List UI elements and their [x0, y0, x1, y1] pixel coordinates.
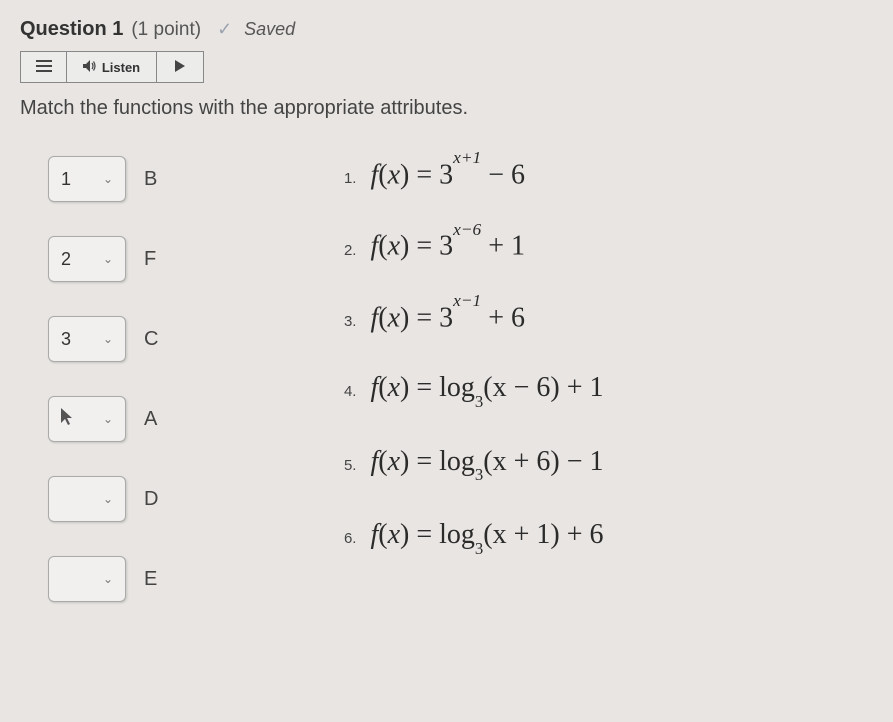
check-icon: ✓ — [217, 19, 232, 40]
hamburger-icon — [36, 60, 52, 75]
audio-toolbar: Listen — [20, 51, 204, 83]
function-number: 3. — [338, 313, 356, 330]
menu-button[interactable] — [21, 52, 67, 82]
match-row: ⌄E — [48, 556, 158, 602]
function-expression: f(x) = log3(x − 6) + 1 — [370, 372, 603, 408]
match-select[interactable]: 2⌄ — [48, 236, 126, 282]
match-column: 1⌄B2⌄F3⌄C⌄A⌄D⌄E — [48, 156, 158, 602]
match-row: ⌄A — [48, 396, 158, 442]
function-row: 1. f(x) = 3x+1 − 6 — [338, 158, 603, 191]
listen-label: Listen — [102, 60, 140, 75]
chevron-down-icon: ⌄ — [103, 332, 113, 346]
function-expression: f(x) = log3(x + 1) + 6 — [370, 519, 603, 555]
match-letter: E — [144, 568, 157, 591]
select-value: 1 — [61, 169, 71, 190]
select-value: 2 — [61, 249, 71, 270]
match-select[interactable]: ⌄ — [48, 556, 126, 602]
match-row: 2⌄F — [48, 236, 158, 282]
function-number: 5. — [338, 457, 356, 474]
match-letter: B — [144, 168, 157, 191]
function-column: 1. f(x) = 3x+1 − 6 2. f(x) = 3x−6 + 1 3. f(x)… — [338, 156, 603, 602]
chevron-down-icon: ⌄ — [103, 492, 113, 506]
question-header: Question 1 (1 point) ✓ Saved — [20, 18, 873, 41]
match-letter: F — [144, 248, 156, 271]
function-row: 5. f(x) = log3(x + 6) − 1 — [338, 446, 603, 482]
chevron-down-icon: ⌄ — [103, 252, 113, 266]
question-label: Question 1 — [20, 18, 123, 41]
question-points: (1 point) — [131, 19, 201, 41]
function-number: 6. — [338, 530, 356, 547]
match-row: ⌄D — [48, 476, 158, 522]
function-number: 1. — [338, 170, 356, 187]
play-icon — [175, 60, 185, 75]
function-number: 2. — [338, 242, 356, 259]
function-number: 4. — [338, 383, 356, 400]
function-row: 6. f(x) = log3(x + 1) + 6 — [338, 519, 603, 555]
listen-button[interactable]: Listen — [67, 52, 157, 82]
cursor-icon — [61, 408, 75, 431]
question-prompt: Match the functions with the appropriate… — [20, 97, 873, 120]
chevron-down-icon: ⌄ — [103, 172, 113, 186]
chevron-down-icon: ⌄ — [103, 412, 113, 426]
speaker-icon — [83, 60, 97, 75]
match-select[interactable]: 1⌄ — [48, 156, 126, 202]
function-expression: f(x) = 3x−1 + 6 — [370, 301, 525, 334]
match-select[interactable]: 3⌄ — [48, 316, 126, 362]
chevron-down-icon: ⌄ — [103, 572, 113, 586]
function-row: 3. f(x) = 3x−1 + 6 — [338, 301, 603, 334]
function-row: 4. f(x) = log3(x − 6) + 1 — [338, 372, 603, 408]
function-expression: f(x) = 3x−6 + 1 — [370, 229, 525, 262]
match-row: 3⌄C — [48, 316, 158, 362]
match-select[interactable]: ⌄ — [48, 396, 126, 442]
match-letter: C — [144, 328, 158, 351]
function-expression: f(x) = 3x+1 − 6 — [370, 158, 525, 191]
play-button[interactable] — [157, 52, 203, 82]
saved-label: Saved — [244, 19, 295, 40]
match-letter: D — [144, 488, 158, 511]
match-letter: A — [144, 408, 157, 431]
select-value: 3 — [61, 329, 71, 350]
match-select[interactable]: ⌄ — [48, 476, 126, 522]
function-row: 2. f(x) = 3x−6 + 1 — [338, 229, 603, 262]
match-row: 1⌄B — [48, 156, 158, 202]
function-expression: f(x) = log3(x + 6) − 1 — [370, 446, 603, 482]
